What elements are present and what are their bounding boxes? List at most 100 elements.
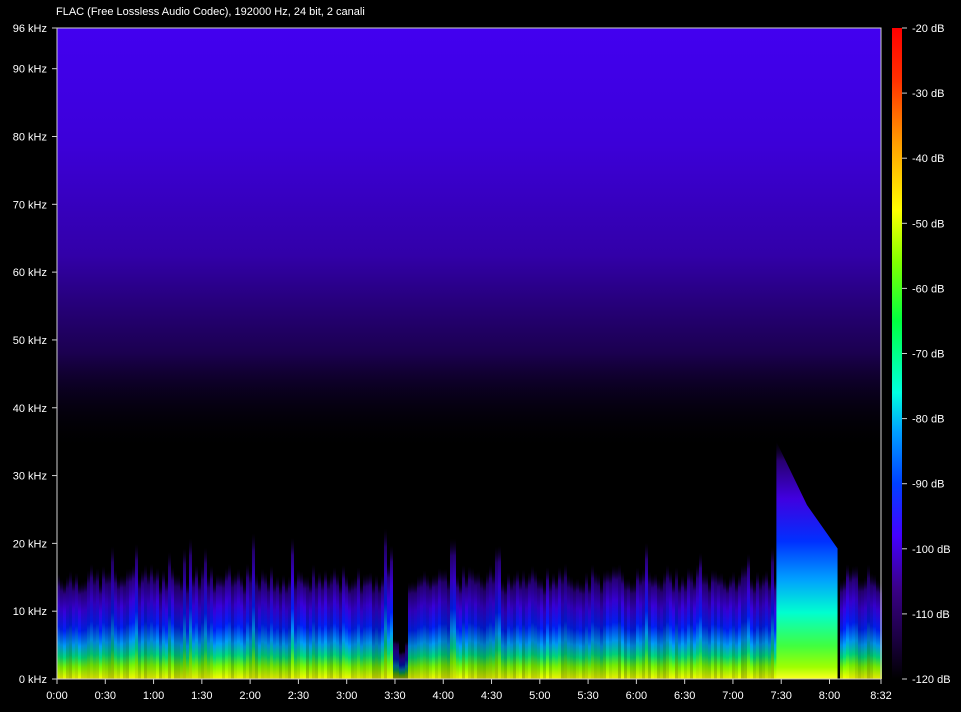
- music-energy-column: [312, 564, 315, 679]
- music-energy-column: [438, 568, 441, 679]
- music-energy-column: [306, 575, 309, 679]
- x-tick-label: 3:00: [336, 690, 357, 702]
- music-energy-column: [531, 565, 534, 679]
- x-tick-label: 6:30: [674, 690, 695, 702]
- colorbar-tick-label: -120 dB: [912, 674, 951, 686]
- music-energy-column: [423, 570, 426, 679]
- music-energy-column: [540, 577, 543, 679]
- colorbar-tick-label: -70 dB: [912, 349, 944, 361]
- music-energy-column: [117, 577, 120, 679]
- music-energy-column: [579, 581, 582, 679]
- music-energy-column: [738, 574, 741, 679]
- music-energy-column: [870, 573, 873, 679]
- x-tick-label: 0:30: [95, 690, 116, 702]
- music-energy-column: [672, 581, 675, 679]
- music-energy-column: [207, 575, 210, 679]
- music-energy-column: [387, 563, 390, 679]
- music-energy-column: [132, 565, 135, 679]
- music-energy-column: [156, 567, 159, 679]
- x-tick-label: 4:30: [481, 690, 502, 702]
- chart-title: FLAC (Free Lossless Audio Codec), 192000…: [56, 6, 365, 18]
- x-tick-label: 1:30: [191, 690, 212, 702]
- music-energy-column: [219, 574, 222, 679]
- x-tick-label: 5:00: [529, 690, 550, 702]
- music-energy-column: [675, 567, 678, 679]
- music-energy-column: [591, 564, 594, 679]
- music-energy-column: [90, 564, 93, 679]
- music-energy-column: [498, 545, 501, 679]
- music-energy-column: [348, 582, 351, 679]
- music-energy-column: [177, 574, 180, 679]
- music-energy-column: [759, 578, 762, 679]
- music-energy-column: [336, 573, 339, 679]
- y-tick-label: 50 kHz: [13, 335, 47, 347]
- music-energy-column: [594, 571, 597, 679]
- music-energy-column: [315, 577, 318, 679]
- music-energy-column: [162, 569, 165, 679]
- music-energy-column: [612, 565, 615, 679]
- music-energy-column: [330, 572, 333, 679]
- music-energy-column: [243, 583, 246, 679]
- music-energy-column: [372, 582, 375, 679]
- music-energy-column: [666, 564, 669, 679]
- music-energy-column: [435, 573, 438, 679]
- music-energy-column: [378, 582, 381, 679]
- x-tick-label: 7:00: [722, 690, 743, 702]
- music-energy-column: [621, 571, 624, 679]
- music-energy-column: [450, 538, 453, 679]
- music-energy-column: [408, 582, 411, 679]
- music-energy-column: [216, 573, 219, 679]
- music-energy-column: [255, 573, 258, 679]
- music-energy-column: [339, 582, 342, 679]
- music-energy-column: [585, 572, 588, 679]
- music-energy-column: [459, 582, 462, 679]
- music-energy-column: [252, 533, 255, 679]
- music-energy-column: [222, 575, 225, 679]
- music-energy-column: [690, 569, 693, 679]
- music-energy-column: [546, 567, 549, 679]
- colorbar-gradient: [892, 28, 902, 679]
- music-energy-column: [681, 575, 684, 679]
- music-energy-column: [120, 575, 123, 679]
- music-energy-column: [174, 574, 177, 679]
- music-energy-column: [753, 582, 756, 679]
- music-energy-column: [351, 579, 354, 679]
- music-energy-column: [567, 575, 570, 679]
- music-energy-column: [123, 575, 126, 679]
- music-energy-column: [171, 567, 174, 679]
- music-energy-column: [99, 582, 102, 679]
- x-tick-label: 2:30: [288, 690, 309, 702]
- music-energy-column: [297, 569, 300, 679]
- music-energy-column: [555, 578, 558, 679]
- music-energy-column: [210, 565, 213, 679]
- music-energy-column: [390, 545, 393, 679]
- music-energy-column: [111, 546, 114, 679]
- music-energy-column: [264, 571, 267, 679]
- music-energy-column: [702, 572, 705, 679]
- music-energy-column: [453, 538, 456, 679]
- music-energy-column: [528, 572, 531, 679]
- music-energy-column: [642, 569, 645, 679]
- music-energy-column: [477, 571, 480, 679]
- music-energy-column: [186, 582, 189, 679]
- y-tick-label: 0 kHz: [19, 674, 47, 686]
- y-tick-label: 80 kHz: [13, 132, 47, 144]
- x-tick-label: 3:30: [384, 690, 405, 702]
- music-energy-column: [300, 571, 303, 679]
- colorbar-tick-label: -50 dB: [912, 218, 944, 230]
- music-energy-column: [141, 570, 144, 679]
- music-energy-column: [696, 564, 699, 679]
- music-energy-column: [615, 566, 618, 679]
- colorbar: -20 dB -30 dB -40 dB -50 dB -60 dB -70 dB -80 …: [892, 23, 951, 686]
- music-energy-column: [639, 573, 642, 679]
- music-energy-column: [849, 569, 852, 679]
- y-axis: 0 kHz 10 kHz 20 kHz 30 kHz 40 kHz 50 kHz 60 kH…: [13, 23, 57, 686]
- y-tick-label: 70 kHz: [13, 199, 47, 211]
- music-energy-column: [735, 580, 738, 679]
- music-energy-column: [333, 567, 336, 679]
- music-energy-column: [534, 570, 537, 679]
- music-energy-column: [105, 571, 108, 679]
- music-energy-column: [522, 569, 525, 679]
- music-energy-column: [294, 578, 297, 679]
- music-energy-column: [159, 583, 162, 679]
